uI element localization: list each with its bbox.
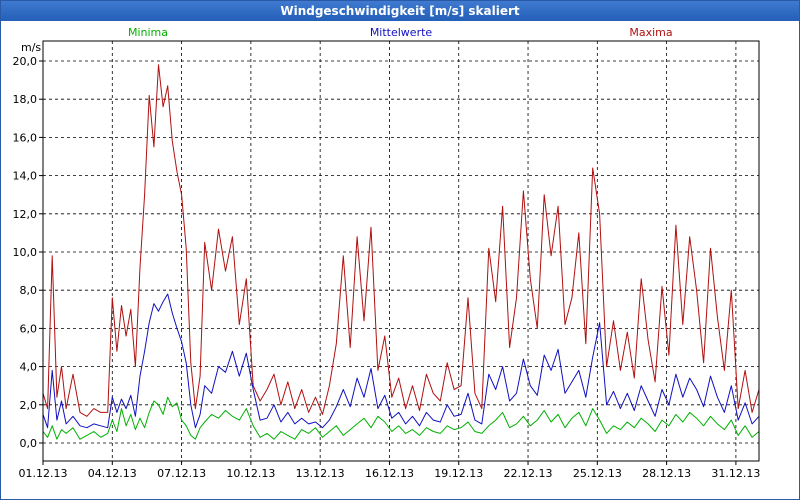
axes: 0,0 2,0 4,0 6,0 8,0 10,0 12,0 14,0 16,0 18,0 20,0 0…: [13, 40, 760, 480]
series-line-maxima: [42, 64, 760, 417]
y-axis-label: m/s: [21, 41, 41, 54]
y-tick-label: 0,0: [20, 437, 38, 450]
y-tick-label: 12,0: [13, 208, 38, 221]
y-tick-label: 16,0: [13, 131, 38, 144]
legend-item-minima: Minima: [128, 26, 168, 39]
y-tick-label: 18,0: [13, 93, 38, 106]
x-tick-label: 31.12.13: [711, 467, 760, 480]
legend-item-mittelwerte: Mittelwerte: [370, 26, 433, 39]
x-tick-label: 13.12.13: [296, 467, 345, 480]
legend: Minima Mittelwerte Maxima: [128, 26, 673, 39]
chart-window: Windgeschwindigkeit [m/s] skaliert 0,0 2,…: [0, 0, 800, 500]
x-tick-label: 28.12.13: [642, 467, 691, 480]
wind-chart: 0,0 2,0 4,0 6,0 8,0 10,0 12,0 14,0 16,0 18,0 20,0 0…: [13, 26, 761, 480]
x-tick-label: 04.12.13: [88, 467, 137, 480]
x-tick-label: 25.12.13: [573, 467, 622, 480]
x-tick-label: 10.12.13: [226, 467, 275, 480]
y-tick-label: 10,0: [13, 246, 38, 259]
y-tick-label: 14,0: [13, 170, 38, 183]
y-tick-label: 4,0: [20, 361, 38, 374]
x-tick-label: 07.12.13: [157, 467, 206, 480]
legend-item-maxima: Maxima: [629, 26, 672, 39]
y-tick-label: 6,0: [20, 322, 38, 335]
series-line-minima: [42, 396, 760, 440]
y-tick-label: 20,0: [13, 55, 38, 68]
x-tick-label: 19.12.13: [434, 467, 483, 480]
x-tick-label: 01.12.13: [19, 467, 68, 480]
x-tick-label: 22.12.13: [504, 467, 553, 480]
y-tick-label: 2,0: [20, 399, 38, 412]
x-tick-label: 16.12.13: [365, 467, 414, 480]
y-tick-label: 8,0: [20, 284, 38, 297]
